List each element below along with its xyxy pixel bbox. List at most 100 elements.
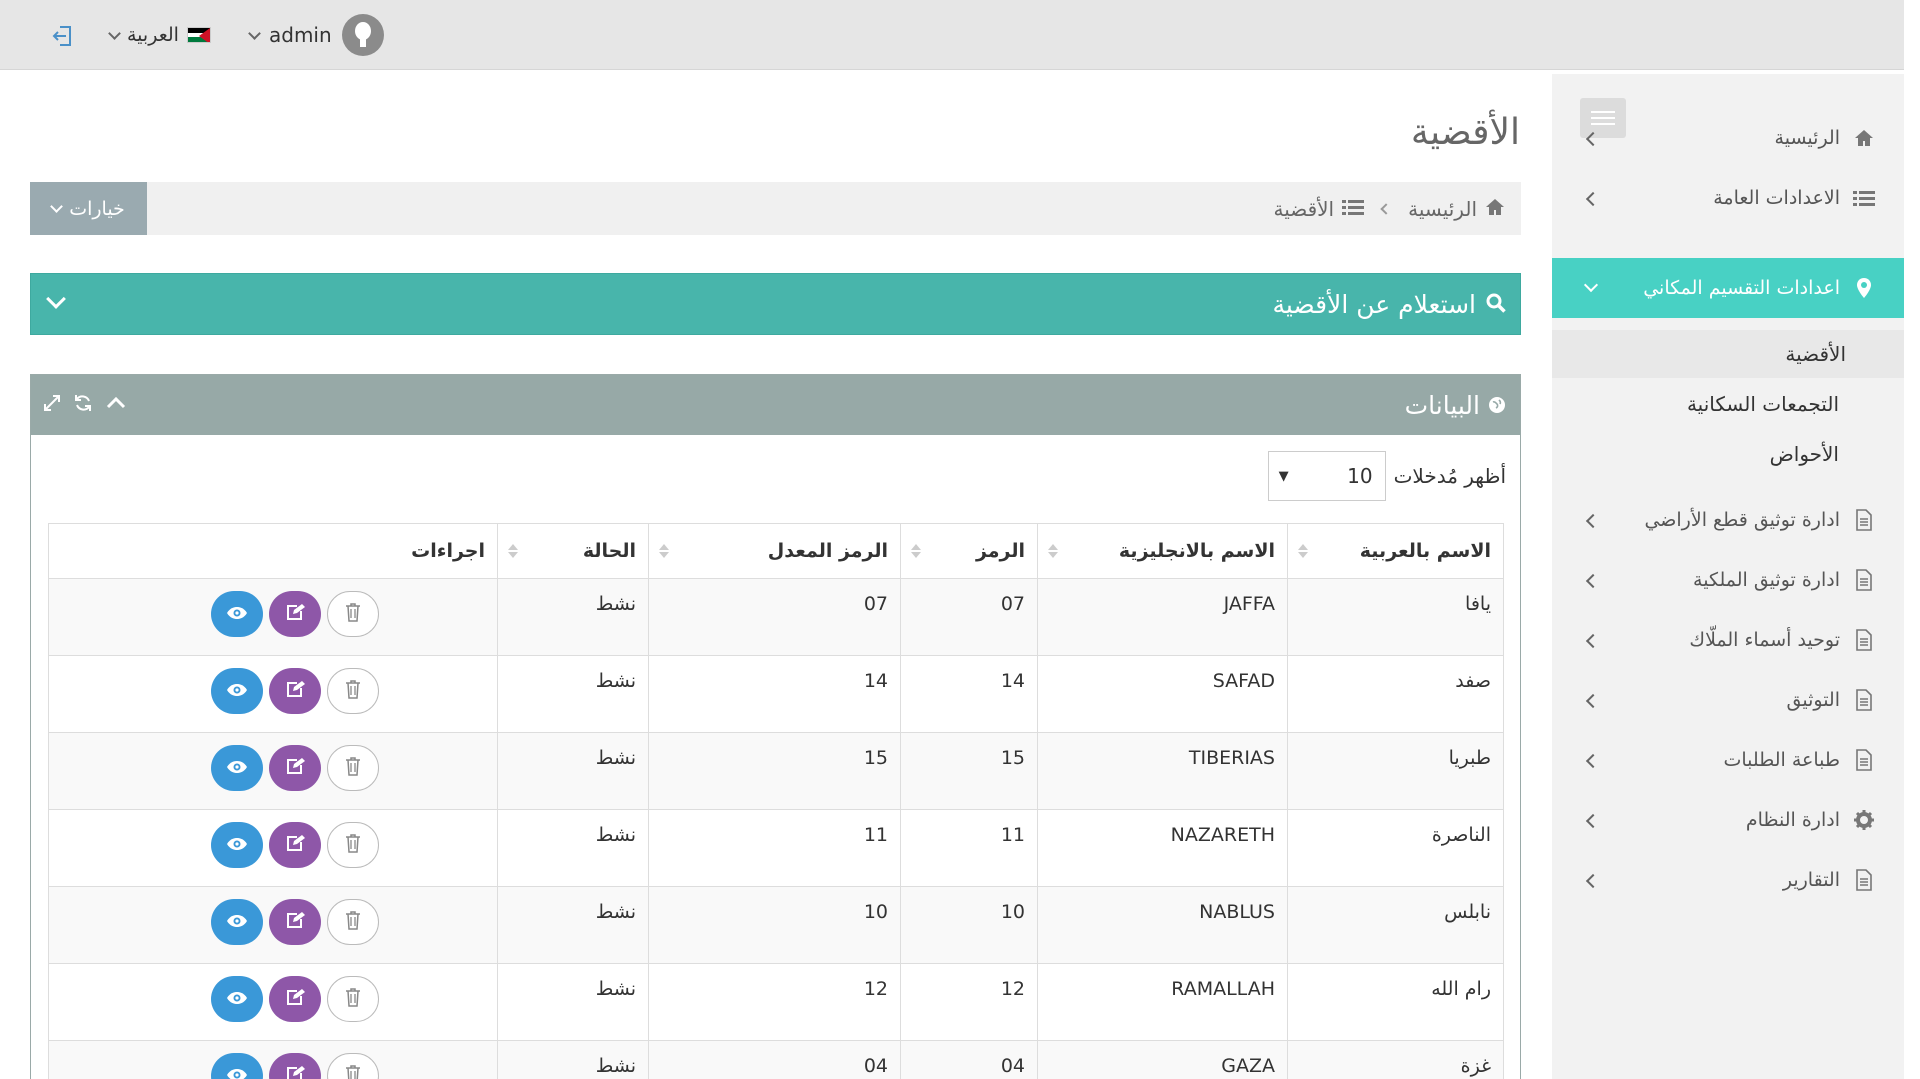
- delete-button[interactable]: [327, 976, 379, 1022]
- table-row: صفد SAFAD 14 14 نشط: [48, 655, 1504, 733]
- document-icon: [1852, 628, 1876, 652]
- delete-button[interactable]: [327, 591, 379, 637]
- sidebar-item-land-documentation[interactable]: ادارة توثيق قطع الأراضي: [1552, 490, 1904, 550]
- edit-icon: [285, 1065, 305, 1079]
- logout-icon[interactable]: [52, 24, 78, 48]
- edit-icon: [285, 603, 305, 626]
- view-button[interactable]: [211, 668, 263, 714]
- trash-icon: [345, 987, 361, 1012]
- language-selector[interactable]: العربية: [108, 20, 211, 50]
- delete-button[interactable]: [327, 745, 379, 791]
- refresh-icon[interactable]: [73, 393, 93, 417]
- delete-button[interactable]: [327, 1053, 379, 1079]
- edit-button[interactable]: [269, 1053, 321, 1079]
- expand-icon[interactable]: [43, 394, 61, 416]
- row-actions: [211, 1053, 379, 1079]
- view-button[interactable]: [211, 899, 263, 945]
- cell-modified-code: 07: [648, 578, 901, 656]
- table-header-row: الاسم بالعربية الاسم بالانجليزية الرمز ا…: [48, 523, 1504, 579]
- sidebar-subitem-districts[interactable]: الأقضية: [1552, 330, 1904, 378]
- delete-button[interactable]: [327, 822, 379, 868]
- column-header-status[interactable]: الحالة: [497, 523, 649, 579]
- edit-button[interactable]: [269, 899, 321, 945]
- view-button[interactable]: [211, 976, 263, 1022]
- cell-code: 04: [900, 1040, 1038, 1079]
- eye-icon: [226, 680, 248, 702]
- breadcrumb-home-link[interactable]: الرئيسية: [1408, 197, 1477, 221]
- column-header-english-name[interactable]: الاسم بالانجليزية: [1037, 523, 1288, 579]
- list-icon: [1342, 197, 1365, 221]
- edit-icon: [285, 911, 305, 934]
- view-button[interactable]: [211, 591, 263, 637]
- page-length-select[interactable]: ▼ 10: [1267, 451, 1386, 501]
- row-actions: [211, 899, 379, 945]
- view-button[interactable]: [211, 822, 263, 868]
- delete-button[interactable]: [327, 899, 379, 945]
- language-label: العربية: [127, 24, 179, 46]
- cell-status: نشط: [497, 963, 649, 1041]
- edit-button[interactable]: [269, 668, 321, 714]
- cell-arabic-name: طبريا: [1287, 732, 1504, 810]
- column-header-arabic-name[interactable]: الاسم بالعربية: [1287, 523, 1504, 579]
- column-header-code[interactable]: الرمز: [900, 523, 1038, 579]
- view-button[interactable]: [211, 745, 263, 791]
- chevron-left-icon: [1585, 813, 1601, 829]
- sidebar-item-ownership-documentation[interactable]: ادارة توثيق الملكية: [1552, 550, 1904, 610]
- sidebar-item-spatial-settings[interactable]: اعدادات التقسيم المكاني: [1552, 258, 1904, 318]
- options-button[interactable]: خيارات: [30, 182, 147, 235]
- cell-english-name: JAFFA: [1037, 578, 1288, 656]
- edit-button[interactable]: [269, 822, 321, 868]
- sidebar-item-label: التقارير: [1782, 869, 1840, 891]
- chevron-left-icon: [1585, 633, 1601, 649]
- cell-modified-code: 12: [648, 963, 901, 1041]
- sidebar-item-system-admin[interactable]: ادارة النظام: [1552, 790, 1904, 850]
- delete-button[interactable]: [327, 668, 379, 714]
- column-header-modified-code[interactable]: الرمز المعدل: [648, 523, 901, 579]
- cell-actions: [48, 578, 498, 656]
- sidebar-item-home[interactable]: الرئيسية: [1552, 108, 1904, 168]
- edit-button[interactable]: [269, 976, 321, 1022]
- sidebar-item-print-requests[interactable]: طباعة الطلبات: [1552, 730, 1904, 790]
- sidebar-item-documentation[interactable]: التوثيق: [1552, 670, 1904, 730]
- map-marker-icon: [1852, 276, 1876, 300]
- home-icon: [1852, 126, 1876, 150]
- search-panel[interactable]: استعلام عن الأقضية: [30, 273, 1521, 335]
- sidebar-subitem-basins[interactable]: الأحواض: [1552, 430, 1904, 478]
- user-menu[interactable]: admin: [248, 14, 384, 56]
- cell-arabic-name: رام الله: [1287, 963, 1504, 1041]
- edit-button[interactable]: [269, 591, 321, 637]
- chevron-left-icon: [1585, 693, 1601, 709]
- table-row: الناصرة NAZARETH 11 11 نشط: [48, 809, 1504, 887]
- chevron-left-icon: [1585, 191, 1601, 207]
- breadcrumb-bar: خيارات الرئيسية الأقضية: [30, 182, 1521, 235]
- cell-english-name: GAZA: [1037, 1040, 1288, 1079]
- view-button[interactable]: [211, 1053, 263, 1079]
- data-panel-label: البيانات: [1404, 390, 1480, 420]
- chevron-left-icon: [1380, 202, 1392, 215]
- sidebar-item-reports[interactable]: التقارير: [1552, 850, 1904, 910]
- cell-english-name: SAFAD: [1037, 655, 1288, 733]
- chevron-down-icon[interactable]: [46, 289, 66, 309]
- chevron-left-icon: [1585, 873, 1601, 889]
- column-label: الحالة: [582, 540, 636, 562]
- chevron-left-icon: [1585, 513, 1601, 529]
- cell-english-name: NAZARETH: [1037, 809, 1288, 887]
- chevron-up-icon[interactable]: [105, 395, 127, 415]
- trash-icon: [345, 833, 361, 858]
- cell-english-name: TIBERIAS: [1037, 732, 1288, 810]
- edit-button[interactable]: [269, 745, 321, 791]
- sidebar: الرئيسية الاعدادات العامة اعدادات التقسي…: [1552, 74, 1904, 1079]
- gear-icon: [1852, 808, 1876, 832]
- cell-status: نشط: [497, 809, 649, 887]
- sidebar-subitem-communities[interactable]: التجمعات السكانية: [1552, 380, 1904, 428]
- sidebar-item-general-settings[interactable]: الاعدادات العامة: [1552, 168, 1904, 228]
- sidebar-item-label: طباعة الطلبات: [1723, 749, 1840, 771]
- eye-icon: [226, 911, 248, 933]
- row-actions: [211, 822, 379, 868]
- row-actions: [211, 745, 379, 791]
- search-panel-label: استعلام عن الأقضية: [1272, 289, 1476, 319]
- sidebar-item-owner-names[interactable]: توحيد أسماء الملّاك: [1552, 610, 1904, 670]
- document-icon: [1852, 568, 1876, 592]
- chevron-left-icon: [1585, 753, 1601, 769]
- sidebar-item-label: الرئيسية: [1774, 127, 1840, 149]
